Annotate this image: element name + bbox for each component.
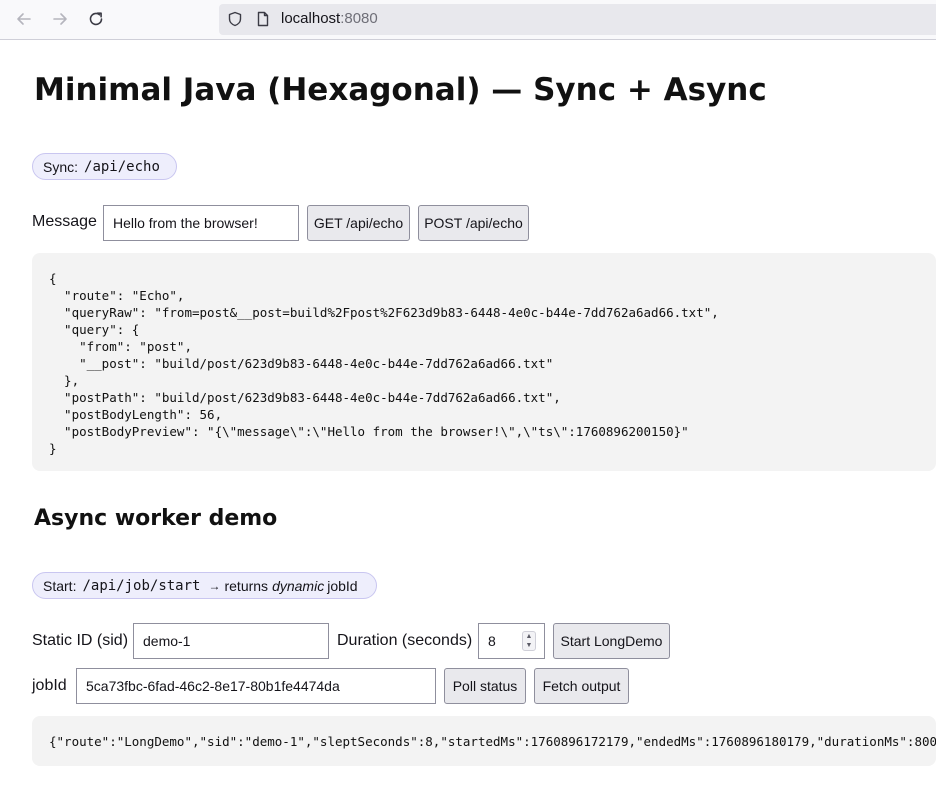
message-input[interactable]: Hello from the browser! — [103, 205, 299, 241]
jobid-label: jobId — [32, 677, 67, 694]
start-longdemo-button[interactable]: Start LongDemo — [553, 623, 670, 659]
sid-label: Static ID (sid) — [32, 632, 129, 649]
async-pill-dynamic: dynamic — [272, 577, 325, 594]
async-pill-prefix: Start: — [43, 577, 77, 594]
echo-output: { "route": "Echo", "queryRaw": "from=pos… — [32, 253, 936, 471]
job-output: {"route":"LongDemo","sid":"demo-1","slep… — [32, 716, 936, 766]
url-text[interactable]: localhost:8080 — [281, 10, 378, 27]
duration-label: Duration (seconds) — [337, 632, 473, 649]
duration-stepper[interactable]: ▲ ▼ — [522, 631, 536, 651]
fetch-output-button[interactable]: Fetch output — [534, 668, 629, 704]
duration-input[interactable]: 8 ▲ ▼ — [478, 623, 545, 659]
arrow-right-icon — [53, 13, 67, 25]
duration-value: 8 — [488, 633, 496, 649]
page-icon[interactable] — [255, 11, 271, 27]
browser-toolbar: localhost:8080 — [0, 0, 936, 40]
forward-button[interactable] — [48, 7, 72, 31]
get-echo-button[interactable]: GET /api/echo — [307, 205, 410, 241]
async-endpoint-pill: Start: /api/job/start → returns dynamic … — [32, 572, 377, 599]
shield-icon[interactable] — [227, 11, 243, 27]
url-port: :8080 — [340, 10, 378, 27]
chevron-down-icon[interactable]: ▼ — [526, 641, 533, 650]
sync-endpoint-pill: Sync: /api/echo — [32, 153, 177, 180]
sync-pill-endpoint: /api/echo — [84, 158, 160, 175]
jobid-input[interactable]: 5ca73fbc-6fad-46c2-8e17-80b1fe4474da — [76, 668, 436, 704]
async-pill-jobid: jobId — [327, 577, 358, 594]
url-host: localhost — [281, 10, 341, 27]
async-pill-endpoint: /api/job/start — [82, 577, 201, 594]
page-title: Minimal Java (Hexagonal) — Sync + Async — [34, 72, 767, 108]
reload-button[interactable] — [84, 7, 108, 31]
sid-input[interactable]: demo-1 — [133, 623, 329, 659]
arrow-right-icon: → — [208, 578, 221, 593]
async-pill-returns: returns — [224, 577, 269, 594]
back-button[interactable] — [12, 7, 36, 31]
message-label: Message — [32, 213, 97, 230]
poll-status-button[interactable]: Poll status — [444, 668, 526, 704]
post-echo-button[interactable]: POST /api/echo — [418, 205, 529, 241]
url-bar[interactable]: localhost:8080 — [219, 4, 936, 35]
chevron-up-icon[interactable]: ▲ — [526, 632, 533, 641]
reload-icon — [89, 12, 103, 26]
arrow-left-icon — [17, 13, 31, 25]
async-heading: Async worker demo — [34, 506, 278, 531]
sync-pill-prefix: Sync: — [43, 158, 79, 175]
